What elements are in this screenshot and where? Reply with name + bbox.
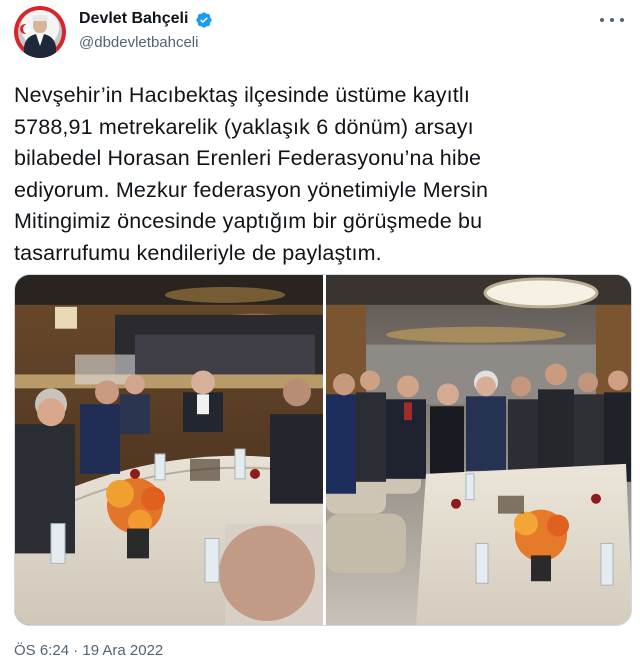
tweet-text-line: Mitingimiz öncesinde yaptığım bir görüşm… bbox=[14, 209, 483, 233]
tweet-timestamp[interactable]: ÖS 6:24 · 19 Ara 2022 bbox=[14, 642, 163, 659]
tweet-media bbox=[14, 274, 632, 626]
tweet-text-line: bilabedel Horasan Erenleri Federasyonu’n… bbox=[14, 146, 482, 170]
dot bbox=[600, 18, 604, 22]
tweet-text-line: Nevşehir’in Hacıbektaş ilçesinde üstüme … bbox=[14, 83, 470, 107]
more-options-icon[interactable] bbox=[600, 14, 624, 26]
meeting-table-illustration bbox=[15, 275, 323, 625]
dot bbox=[620, 18, 624, 22]
verified-badge-icon bbox=[196, 12, 212, 28]
group-standing-illustration bbox=[326, 275, 631, 625]
group-standing-photo[interactable] bbox=[326, 275, 631, 625]
avatar-hair bbox=[32, 15, 48, 21]
dot bbox=[610, 18, 614, 22]
author-avatar[interactable] bbox=[14, 6, 66, 58]
tweet-text-line: ediyorum. Mezkur federasyon yönetimiyle … bbox=[14, 177, 489, 202]
tweet-text-line: 5788,91 metrekarelik (yaklaşık 6 dönüm) … bbox=[14, 114, 474, 139]
tweet-text-line: tasarrufumu kendileriyle de paylaştım. bbox=[14, 240, 382, 265]
crescent-icon bbox=[20, 24, 30, 34]
meeting-table-photo[interactable] bbox=[15, 275, 323, 625]
author-display-name[interactable]: Devlet Bahçeli bbox=[79, 10, 188, 28]
author-handle[interactable]: @dbdevletbahceli bbox=[79, 34, 198, 51]
tweet-text: Nevşehir’in Hacıbektaş ilçesinde üstüme … bbox=[14, 80, 614, 269]
